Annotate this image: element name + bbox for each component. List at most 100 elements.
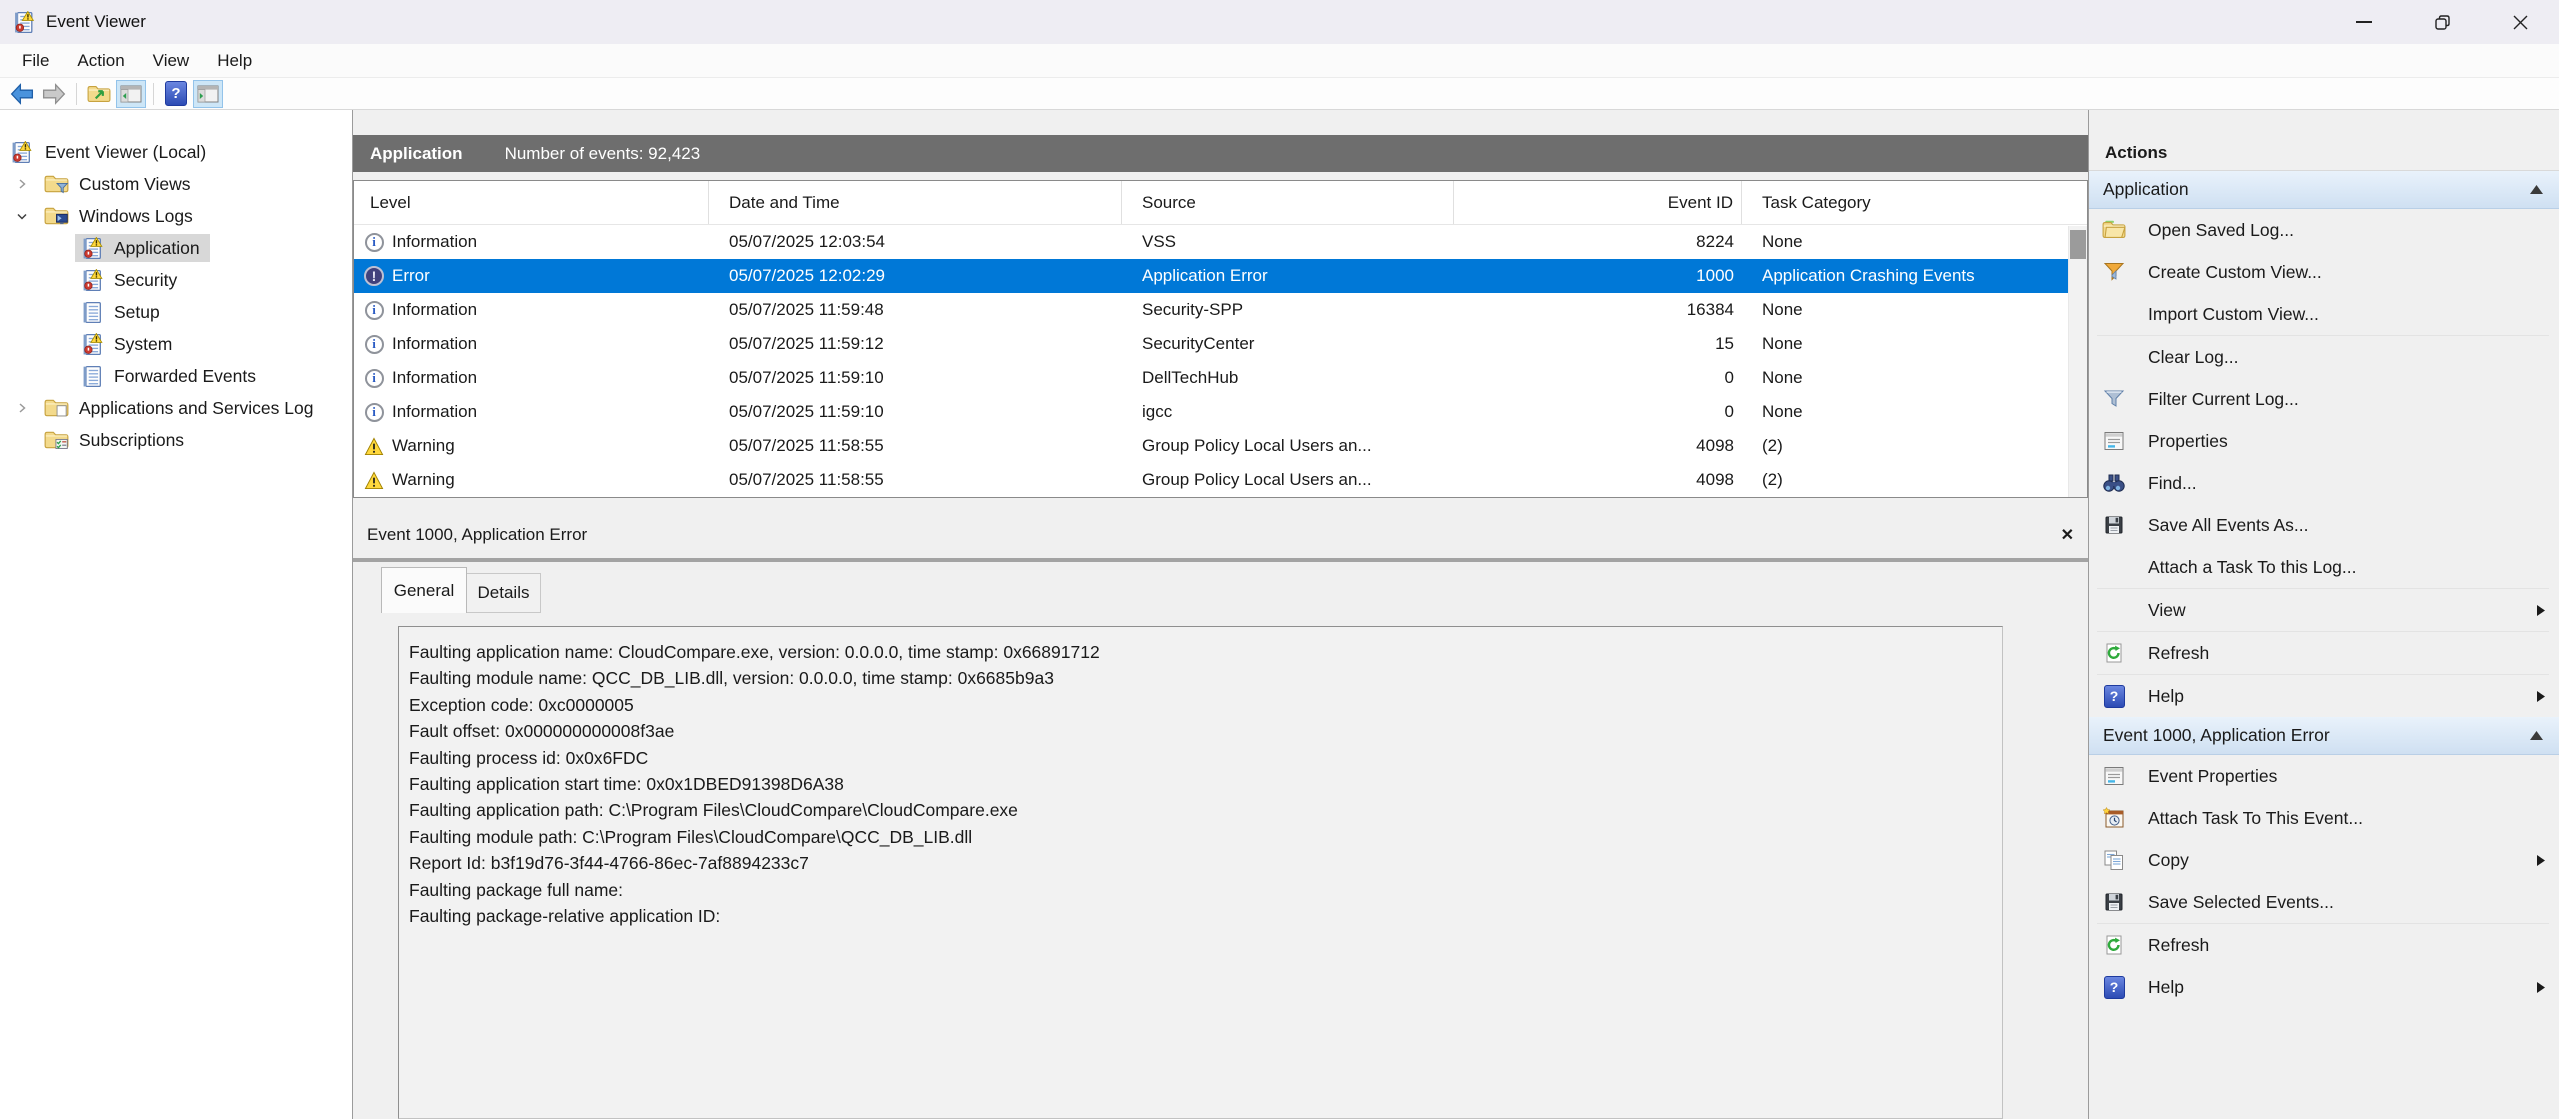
back-arrow-icon [10, 83, 34, 105]
action-open-saved-log[interactable]: Open Saved Log... [2089, 209, 2559, 251]
action-refresh-event[interactable]: Refresh [2089, 924, 2559, 966]
tree-item-forwarded-events[interactable]: Forwarded Events [0, 360, 352, 392]
tree-item-application[interactable]: Application [0, 232, 352, 264]
console-tree-toggle-button[interactable] [116, 80, 146, 108]
chevron-right-icon[interactable] [16, 402, 28, 414]
action-event-properties[interactable]: Event Properties [2089, 755, 2559, 797]
tree-item-security[interactable]: Security [0, 264, 352, 296]
event-row[interactable]: iInformation 05/07/2025 12:03:54 VSS 822… [354, 225, 2087, 259]
scrollbar-thumb[interactable] [2070, 230, 2086, 259]
titlebar: Event Viewer [0, 0, 2559, 44]
actions-title: Actions [2089, 135, 2559, 171]
tree-item-custom-views[interactable]: Custom Views [0, 168, 352, 200]
menu-help[interactable]: Help [203, 44, 266, 77]
event-row[interactable]: iInformation 05/07/2025 11:59:10 DellTec… [354, 361, 2087, 395]
toolbar-separator [153, 83, 154, 105]
action-help[interactable]: ? Help [2089, 675, 2559, 717]
attach-task-icon [2102, 807, 2126, 829]
menu-view[interactable]: View [139, 44, 204, 77]
action-attach-task-to-event[interactable]: Attach Task To This Event... [2089, 797, 2559, 839]
tab-general[interactable]: General [381, 567, 467, 613]
action-create-custom-view[interactable]: Create Custom View... [2089, 251, 2559, 293]
restore-button[interactable] [2403, 0, 2481, 44]
chevron-right-icon[interactable] [16, 178, 28, 190]
tree-item-setup[interactable]: Setup [0, 296, 352, 328]
back-button[interactable] [7, 80, 37, 108]
action-save-all-events-as[interactable]: Save All Events As... [2089, 504, 2559, 546]
tree-item-subscriptions[interactable]: Subscriptions [0, 424, 352, 456]
actions-section-application[interactable]: Application [2089, 171, 2559, 209]
tree-item-windows-logs[interactable]: Windows Logs [0, 200, 352, 232]
tab-details[interactable]: Details [467, 573, 541, 613]
minimize-button[interactable] [2325, 0, 2403, 44]
collapse-icon[interactable] [2530, 731, 2543, 740]
actions-section-event-1000[interactable]: Event 1000, Application Error [2089, 717, 2559, 755]
custom-views-folder-icon [44, 173, 69, 195]
chevron-down-icon[interactable] [16, 210, 28, 222]
help-toolbar-button[interactable]: ? [161, 80, 191, 108]
action-refresh[interactable]: Refresh [2089, 632, 2559, 674]
event-list-header: Level Date and Time Source Event ID Task… [354, 181, 2087, 225]
submenu-arrow-icon [2537, 691, 2545, 702]
help-icon: ? [2104, 976, 2125, 999]
action-find[interactable]: Find... [2089, 462, 2559, 504]
help-icon: ? [2104, 685, 2125, 708]
event-row[interactable]: iInformation 05/07/2025 11:59:10 igcc 0 … [354, 395, 2087, 429]
event-row[interactable]: iInformation 05/07/2025 11:59:12 Securit… [354, 327, 2087, 361]
tree-item-system[interactable]: System [0, 328, 352, 360]
application-log-icon [79, 237, 104, 259]
event-row[interactable]: Warning 05/07/2025 11:58:55 Group Policy… [354, 429, 2087, 463]
forward-arrow-icon [42, 83, 66, 105]
open-folder-icon [87, 84, 111, 104]
column-header-date-time[interactable]: Date and Time [709, 181, 1122, 224]
submenu-arrow-icon [2537, 855, 2545, 866]
forward-button[interactable] [39, 80, 69, 108]
action-import-custom-view[interactable]: Import Custom View... [2089, 293, 2559, 335]
event-row-selected[interactable]: !Error 05/07/2025 12:02:29 Application E… [354, 259, 2087, 293]
event-row[interactable]: iInformation 05/07/2025 11:59:48 Securit… [354, 293, 2087, 327]
menu-file[interactable]: File [8, 44, 63, 77]
menubar: File Action View Help [0, 44, 2559, 78]
security-log-icon [79, 269, 104, 291]
information-icon: i [365, 403, 384, 422]
setup-log-icon [79, 301, 104, 323]
event-detail-pane: Event 1000, Application Error ✕ General … [353, 511, 2088, 1119]
column-header-level[interactable]: Level [354, 181, 709, 224]
system-log-icon [79, 333, 104, 355]
column-header-task-category[interactable]: Task Category [1742, 181, 2087, 224]
action-properties[interactable]: Properties [2089, 420, 2559, 462]
open-saved-log-toolbar-button[interactable] [84, 80, 114, 108]
filter-icon [2103, 388, 2125, 410]
action-help-event[interactable]: ? Help [2089, 966, 2559, 1008]
subscriptions-folder-icon [44, 429, 69, 451]
event-row[interactable]: Warning 05/07/2025 11:58:55 Group Policy… [354, 463, 2087, 497]
warning-icon [364, 471, 384, 490]
column-header-event-id[interactable]: Event ID [1454, 181, 1742, 224]
event-viewer-app-icon [12, 11, 34, 33]
save-icon [2103, 514, 2125, 536]
event-list-scrollbar[interactable] [2068, 226, 2087, 497]
tree-item-applications-and-services[interactable]: Applications and Services Log [0, 392, 352, 424]
column-header-source[interactable]: Source [1122, 181, 1454, 224]
close-button[interactable] [2481, 0, 2559, 44]
help-icon: ? [165, 81, 187, 106]
action-view[interactable]: View [2089, 589, 2559, 631]
submenu-arrow-icon [2537, 605, 2545, 616]
window-title: Event Viewer [46, 12, 146, 32]
detail-body: Faulting application name: CloudCompare.… [353, 613, 2088, 1119]
action-save-selected-events[interactable]: Save Selected Events... [2089, 881, 2559, 923]
information-icon: i [365, 301, 384, 320]
toolbar-separator [76, 83, 77, 105]
main-panel: Application Number of events: 92,423 Lev… [353, 110, 2088, 1119]
menu-action[interactable]: Action [63, 44, 138, 77]
action-clear-log[interactable]: Clear Log... [2089, 336, 2559, 378]
detail-close-icon[interactable]: ✕ [2061, 525, 2074, 545]
action-pane-toggle-button[interactable] [193, 80, 223, 108]
toolbar: ? [0, 78, 2559, 110]
action-copy[interactable]: Copy [2089, 839, 2559, 881]
event-description[interactable]: Faulting application name: CloudCompare.… [398, 626, 2003, 1119]
tree-item-event-viewer-local[interactable]: Event Viewer (Local) [0, 136, 352, 168]
action-filter-current-log[interactable]: Filter Current Log... [2089, 378, 2559, 420]
action-attach-task-to-log[interactable]: Attach a Task To this Log... [2089, 546, 2559, 588]
collapse-icon[interactable] [2530, 185, 2543, 194]
